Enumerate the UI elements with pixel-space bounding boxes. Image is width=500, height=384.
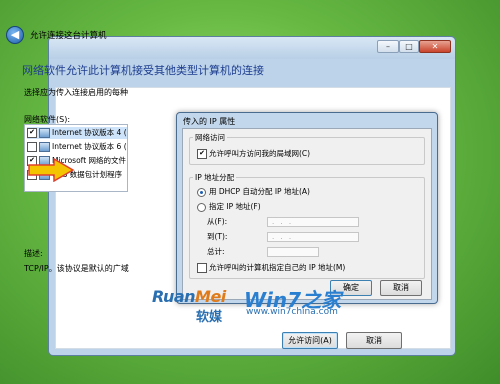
maximize-button[interactable]: □	[399, 40, 419, 53]
dhcp-label: 用 DHCP 自动分配 IP 地址(A)	[209, 187, 310, 196]
back-arrow-icon[interactable]: ◀	[6, 26, 24, 44]
close-button[interactable]: ✕	[419, 40, 451, 53]
minimize-button[interactable]: –	[377, 40, 399, 53]
window-titlebar: – □ ✕	[49, 37, 455, 59]
caller-ip-option[interactable]: 允许呼叫的计算机指定自己的 IP 地址(M)	[197, 263, 345, 273]
cancel-button[interactable]: 取消	[346, 332, 402, 349]
description-text: TCP/IP。该协议是默认的广域	[24, 264, 129, 273]
watermark-ruanmei-logo: RuanMei	[152, 287, 226, 306]
ip-properties-dialog: 传入的 IP 属性 网络访问 ✔ 允许呼叫方访问我的局域网(C) IP 地址分配 …	[176, 112, 438, 304]
dhcp-option[interactable]: 用 DHCP 自动分配 IP 地址(A)	[197, 187, 310, 197]
radio-button[interactable]	[197, 187, 206, 197]
from-label: 从(F):	[207, 217, 228, 226]
total-field	[267, 247, 319, 257]
network-access-group-title: 网络访问	[193, 132, 227, 143]
specify-ip-option[interactable]: 指定 IP 地址(F)	[197, 202, 261, 212]
list-item-label: Internet 协议版本 6 (	[52, 142, 127, 151]
list-item-label: Internet 协议版本 4 (	[52, 128, 127, 137]
allow-access-button[interactable]: 允许访问(A)	[282, 332, 338, 349]
dialog-title: 传入的 IP 属性	[183, 117, 236, 126]
ip-assignment-group-title: IP 地址分配	[193, 172, 237, 183]
window-title: 允许连接这台计算机	[30, 31, 107, 41]
checkbox[interactable]	[27, 142, 37, 152]
specify-ip-label: 指定 IP 地址(F)	[209, 202, 261, 211]
allow-lan-option[interactable]: ✔ 允许呼叫方访问我的局域网(C)	[197, 149, 310, 159]
radio-button[interactable]	[197, 202, 206, 212]
arrow-right-icon	[28, 158, 74, 182]
network-icon	[39, 142, 50, 152]
total-label: 总计:	[207, 247, 225, 256]
instruction-text: 选择应为传入连接启用的每种	[24, 88, 128, 97]
list-item[interactable]: ✔ Internet 协议版本 4 (	[27, 127, 127, 139]
list-item[interactable]: Internet 协议版本 6 (	[27, 141, 127, 153]
to-label: 到(T):	[207, 232, 228, 241]
page-heading: 网络软件允许此计算机接受其他类型计算机的连接	[22, 64, 264, 77]
caller-ip-label: 允许呼叫的计算机指定自己的 IP 地址(M)	[209, 263, 346, 272]
checkbox[interactable]: ✔	[27, 128, 37, 138]
checkbox[interactable]: ✔	[197, 149, 207, 159]
allow-lan-label: 允许呼叫方访问我的局域网(C)	[209, 149, 311, 158]
to-ip-field[interactable]: . . .	[267, 232, 359, 242]
description-label: 描述:	[24, 249, 43, 258]
watermark-ruanmei-cn: 软媒	[196, 310, 223, 325]
dialog-body: 网络访问 ✔ 允许呼叫方访问我的局域网(C) IP 地址分配 用 DHCP 自动分…	[182, 128, 432, 300]
dialog-cancel-button[interactable]: 取消	[380, 280, 422, 296]
from-ip-field[interactable]: . . .	[267, 217, 359, 227]
watermark-url: www.win7china.com	[246, 307, 338, 317]
checkbox[interactable]	[197, 263, 207, 273]
network-icon	[39, 128, 50, 138]
